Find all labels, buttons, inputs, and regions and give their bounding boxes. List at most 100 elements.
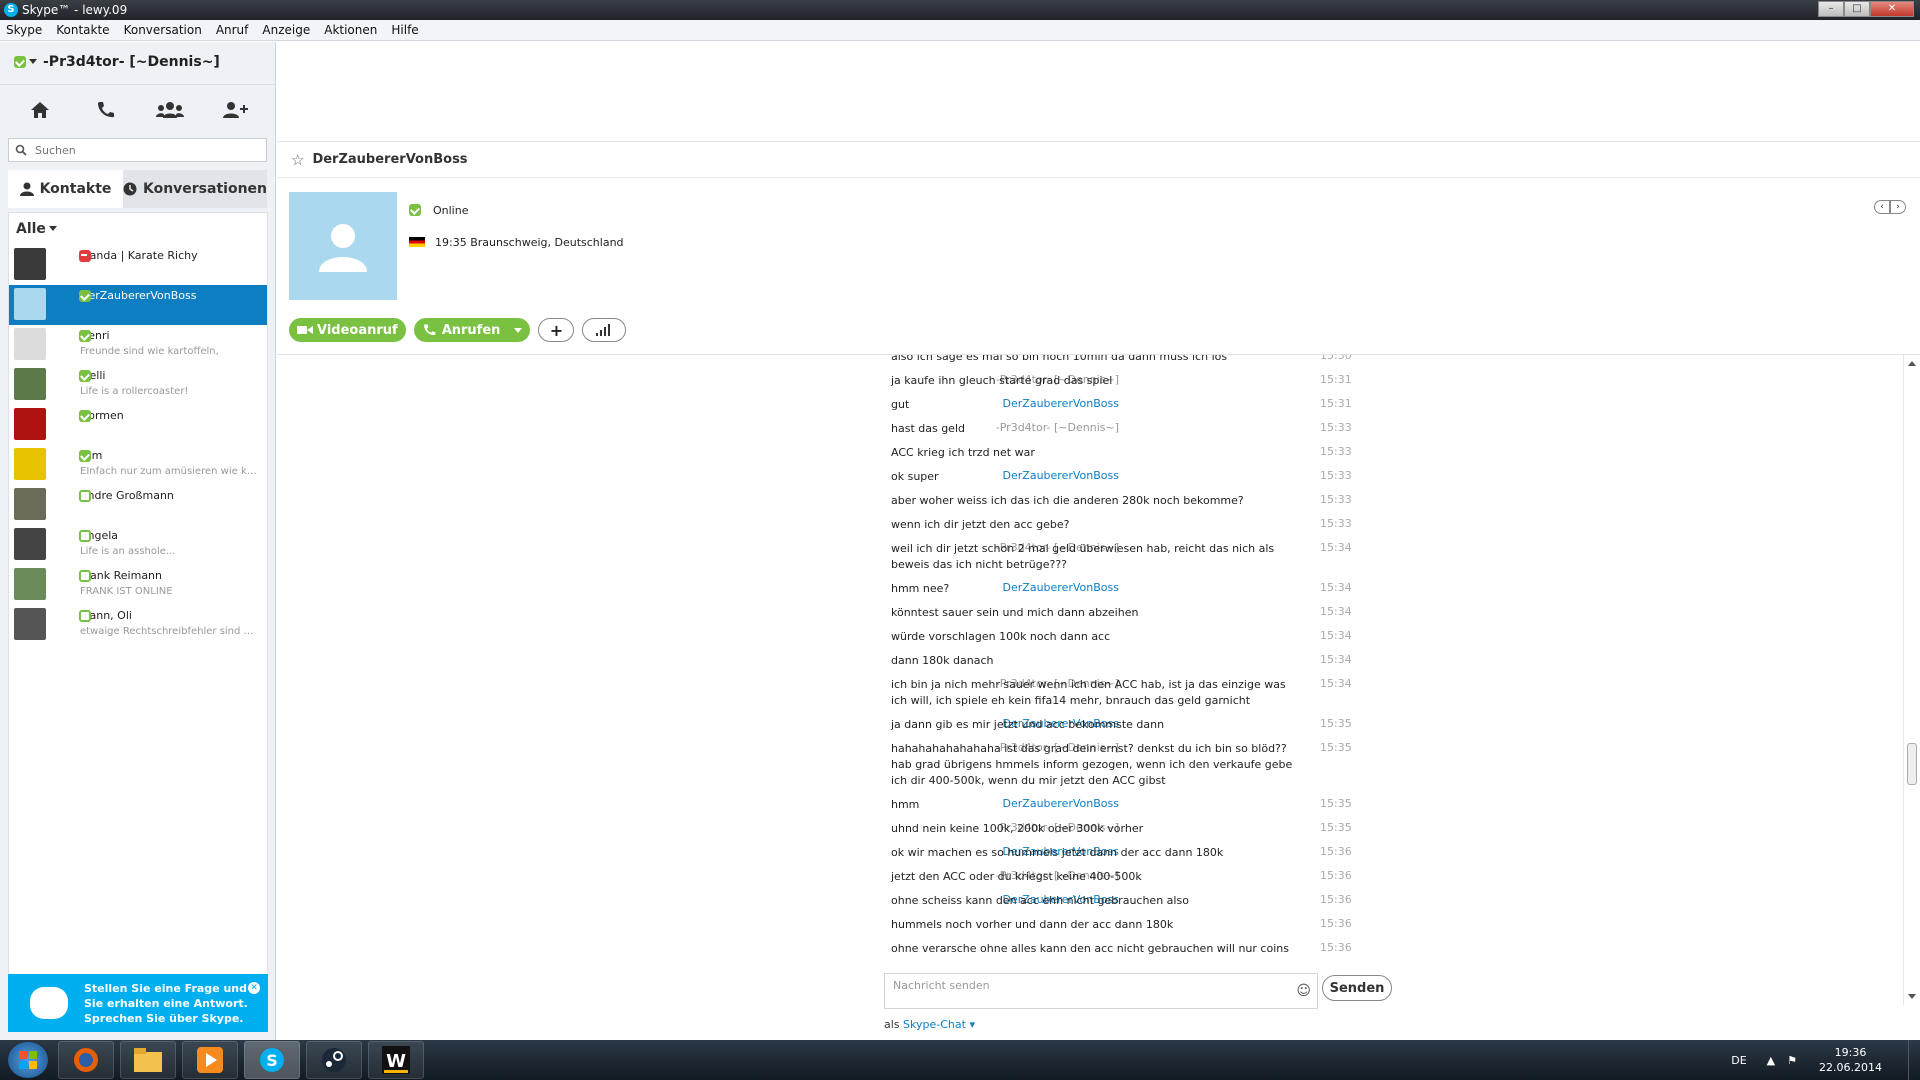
search-box[interactable]	[8, 138, 267, 162]
message-row[interactable]: -Pr3d4tor- [~Dennis~] uhnd nein keine 100…	[277, 821, 1897, 837]
contact-info: Normen	[60, 408, 124, 422]
call-dropdown-icon[interactable]	[514, 327, 523, 333]
message-row[interactable]: wenn ich dir jetzt den acc gebe? 15:33	[277, 517, 1897, 533]
firefox-icon[interactable]	[58, 1041, 114, 1079]
close-promo-icon[interactable]: ✕	[248, 982, 260, 994]
maximize-button[interactable]: □	[1844, 1, 1870, 17]
call-quality-button[interactable]	[582, 318, 627, 342]
media-player-icon[interactable]	[182, 1041, 238, 1079]
message-row[interactable]: ACC krieg ich trzd net war 15:33	[277, 445, 1897, 461]
chat-mode-link[interactable]: Skype-Chat	[903, 1018, 966, 1031]
explorer-folder-icon[interactable]	[120, 1041, 176, 1079]
video-call-button[interactable]: Videoanruf	[289, 318, 406, 342]
home-icon[interactable]	[25, 95, 55, 125]
chevron-down-icon[interactable]: ▾	[969, 1018, 975, 1031]
message-input[interactable]: Nachricht senden ☺	[884, 973, 1318, 1009]
menu-konversation[interactable]: Konversation	[124, 23, 202, 37]
clock[interactable]: 19:36 22.06.2014	[1819, 1045, 1882, 1075]
start-button[interactable]	[8, 1042, 48, 1078]
contact-item[interactable]: Frank Reimann FRANK IST ONLINE	[9, 565, 267, 605]
message-row[interactable]: also ich sage es mal so bin noch 10min d…	[277, 355, 1897, 365]
contact-item[interactable]: .Panda | Karate Richy	[9, 245, 267, 285]
steam-icon[interactable]	[306, 1041, 362, 1079]
message-row[interactable]: -Pr3d4tor- [~Dennis~] weil ich dir jetzt …	[277, 541, 1897, 573]
menu-hilfe[interactable]: Hilfe	[391, 23, 418, 37]
contact-item[interactable]: Angela Life is an asshole...	[9, 525, 267, 565]
star-icon[interactable]: ☆	[291, 151, 304, 169]
message-row[interactable]: -Pr3d4tor- [~Dennis~] hast das geld 15:33	[277, 421, 1897, 437]
scroll-up-icon[interactable]	[1908, 361, 1916, 366]
tab-contacts[interactable]: Kontakte	[8, 170, 123, 208]
message-row[interactable]: DerZaubererVonBoss hmm 15:35	[277, 797, 1897, 813]
contact-avatar[interactable]	[289, 192, 397, 300]
flag-notification-icon[interactable]: ⚑	[1787, 1054, 1797, 1067]
status-dropdown-icon[interactable]	[29, 58, 37, 64]
menu-anruf[interactable]: Anruf	[216, 23, 249, 37]
send-button[interactable]: Senden	[1322, 975, 1392, 1001]
filter-dropdown[interactable]: Alle	[9, 213, 267, 245]
contact-item[interactable]: Melli Life is a rollercoaster!	[9, 365, 267, 405]
avatar	[14, 288, 46, 320]
menu-anzeige[interactable]: Anzeige	[262, 23, 310, 37]
message-text: aber woher weiss ich das ich die anderen…	[891, 494, 1244, 507]
tray-expand-icon[interactable]: ▲	[1767, 1054, 1775, 1067]
message-row[interactable]: DerZaubererVonBoss gut 15:31	[277, 397, 1897, 413]
add-contact-icon[interactable]	[220, 95, 250, 125]
message-row[interactable]: könntest sauer sein und mich dann abzeih…	[277, 605, 1897, 621]
promo-banner[interactable]: Stellen Sie eine Frage und Sie erhalten …	[8, 974, 268, 1032]
minimize-button[interactable]: –	[1818, 1, 1844, 17]
show-desktop-button[interactable]	[1908, 1040, 1920, 1080]
profile-header[interactable]: -Pr3d4tor- [~Dennis~]	[0, 42, 275, 82]
contact-item[interactable]: Henri Freunde sind wie kartoffeln,	[9, 325, 267, 365]
status-offline-icon	[79, 490, 91, 502]
group-icon[interactable]	[155, 95, 185, 125]
message-row[interactable]: DerZaubererVonBoss ok super 15:33	[277, 469, 1897, 485]
message-row[interactable]: dann 180k danach 15:34	[277, 653, 1897, 669]
message-row[interactable]: -Pr3d4tor- [~Dennis~] ich bin ja nich meh…	[277, 677, 1897, 709]
tab-conversations[interactable]: Konversationen	[122, 170, 267, 208]
contact-item[interactable]: DerZaubererVonBoss	[9, 285, 267, 325]
search-input[interactable]	[35, 143, 255, 157]
message-row[interactable]: aber woher weiss ich das ich die anderen…	[277, 493, 1897, 509]
winamp-icon[interactable]: W	[368, 1041, 424, 1079]
message-time: 15:35	[1320, 821, 1352, 834]
prev-icon[interactable]: ‹	[1874, 200, 1890, 214]
scroll-down-icon[interactable]	[1908, 994, 1916, 999]
emoticon-icon[interactable]: ☺	[1296, 983, 1311, 999]
contact-item[interactable]: Normen	[9, 405, 267, 445]
contact-status: Online	[433, 203, 469, 217]
message-text: gut	[891, 398, 910, 411]
message-row[interactable]: ohne verarsche ohne alles kann den acc n…	[277, 941, 1897, 957]
contact-item[interactable]: Tom EInfach nur zum amüsieren wie klei...	[9, 445, 267, 485]
message-row[interactable]: DerZaubererVonBoss ja dann gib es mir jet…	[277, 717, 1897, 733]
close-button[interactable]: ✕	[1870, 1, 1914, 17]
message-time: 15:36	[1320, 893, 1352, 906]
profile-name[interactable]: -Pr3d4tor- [~Dennis~]	[43, 54, 220, 70]
message-row[interactable]: DerZaubererVonBoss ok wir machen es so hu…	[277, 845, 1897, 861]
status-online-icon[interactable]	[14, 56, 26, 68]
phone-icon[interactable]	[90, 95, 120, 125]
next-icon[interactable]: ›	[1890, 200, 1906, 214]
menu-kontakte[interactable]: Kontakte	[56, 23, 109, 37]
menu-aktionen[interactable]: Aktionen	[324, 23, 377, 37]
message-row[interactable]: DerZaubererVonBoss ohne scheiss kann den …	[277, 893, 1897, 909]
skype-taskbar-icon[interactable]: S	[244, 1041, 300, 1079]
message-row[interactable]: DerZaubererVonBoss hmm nee? 15:34	[277, 581, 1897, 597]
scrollbar[interactable]	[1903, 355, 1920, 1005]
message-time: 15:33	[1320, 421, 1352, 434]
filter-label: Alle	[16, 221, 46, 237]
message-row[interactable]: würde vorschlagen 100k noch dann acc 15:3…	[277, 629, 1897, 645]
message-row[interactable]: -Pr3d4tor- [~Dennis~] ja kaufe ihn gleuch…	[277, 373, 1897, 389]
menu-skype[interactable]: Skype	[6, 23, 42, 37]
message-row[interactable]: -Pr3d4tor- [~Dennis~] jetzt den ACC oder …	[277, 869, 1897, 885]
language-indicator[interactable]: DE	[1731, 1054, 1746, 1067]
message-row[interactable]: -Pr3d4tor- [~Dennis~] hahahahahahahaha is…	[277, 741, 1897, 789]
contact-item[interactable]: Mann, Oli etwaige Rechtschreibfehler sind…	[9, 605, 267, 645]
message-row[interactable]: hummels noch vorher und dann der acc dan…	[277, 917, 1897, 933]
message-text: ok wir machen es so hummels jetzt dann d…	[891, 846, 1224, 859]
contact-item[interactable]: Andre Großmann	[9, 485, 267, 525]
scroll-thumb[interactable]	[1907, 743, 1917, 785]
add-to-call-button[interactable]: +	[538, 318, 575, 342]
call-button[interactable]: Anrufen	[413, 318, 531, 342]
message-text: hmm	[891, 798, 920, 811]
